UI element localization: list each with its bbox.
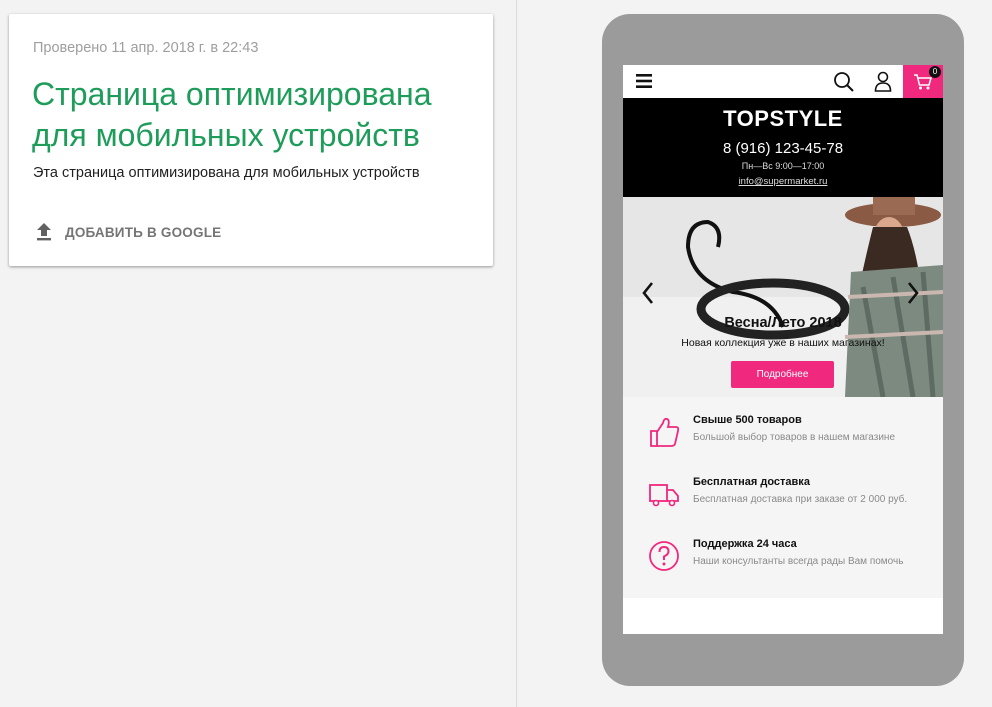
feature-title: Бесплатная доставка (693, 476, 810, 488)
contact-phone[interactable]: 8 (916) 123-45-78 (623, 140, 943, 157)
result-subtext: Эта страница оптимизирована для мобильны… (33, 165, 420, 181)
phone-screen-preview: 0 TOPSTYLE 8 (916) 123-45-78 Пн—Вс 9:00—… (623, 65, 943, 634)
working-hours: Пн—Вс 9:00—17:00 (741, 161, 825, 171)
slide-more-button[interactable]: Подробнее (731, 361, 834, 388)
question-icon (649, 541, 679, 571)
add-to-google-label: ДОБАВИТЬ В GOOGLE (65, 224, 222, 240)
thumbs-up-icon (650, 417, 680, 447)
site-topbar: 0 (623, 65, 943, 98)
brand-logo[interactable]: TOPSTYLE (623, 106, 943, 132)
contact-email[interactable]: info@supermarket.ru (623, 176, 943, 187)
slide-title: Весна/Лето 2018 (724, 315, 842, 331)
feature-title: Поддержка 24 часа (693, 538, 797, 550)
add-to-google-button[interactable]: ДОБАВИТЬ В GOOGLE (35, 222, 221, 242)
site-header: TOPSTYLE 8 (916) 123-45-78 Пн—Вс 9:00—17… (623, 98, 943, 197)
feature-description: Бесплатная доставка при заказе от 2 000 … (693, 494, 908, 505)
user-icon[interactable] (874, 71, 892, 92)
feature-description: Большой выбор товаров в нашем магазине (693, 432, 896, 443)
mobile-friendly-result-card: Проверено 11 апр. 2018 г. в 22:43 Страни… (9, 14, 493, 266)
features-list: Свыше 500 товаров Большой выбор товаров … (623, 397, 943, 598)
hero-slider: Весна/Лето 2018 Новая коллекция уже в на… (623, 197, 943, 397)
slider-next-icon[interactable] (906, 281, 920, 305)
cart-button[interactable]: 0 (903, 65, 943, 98)
feature-item: Бесплатная доставка Бесплатная доставка … (623, 471, 943, 531)
search-icon[interactable] (833, 71, 855, 93)
feature-item: Поддержка 24 часа Наши консультанты всег… (623, 533, 943, 593)
upload-icon (37, 223, 51, 241)
panel-divider (516, 0, 517, 707)
slide-subtitle: Новая коллекция уже в наших магазинах! (681, 337, 885, 349)
delivery-truck-icon (649, 484, 679, 507)
feature-item: Свыше 500 товаров Большой выбор товаров … (623, 409, 943, 469)
feature-title: Свыше 500 товаров (693, 414, 802, 426)
checked-timestamp: Проверено 11 апр. 2018 г. в 22:43 (33, 40, 259, 56)
menu-icon[interactable] (636, 74, 652, 88)
feature-description: Наши консультанты всегда рады Вам помочь (693, 556, 904, 567)
slider-prev-icon[interactable] (641, 281, 655, 305)
result-headline: Страница оптимизирована для мобильных ус… (32, 76, 432, 153)
cart-count-badge: 0 (929, 66, 941, 78)
